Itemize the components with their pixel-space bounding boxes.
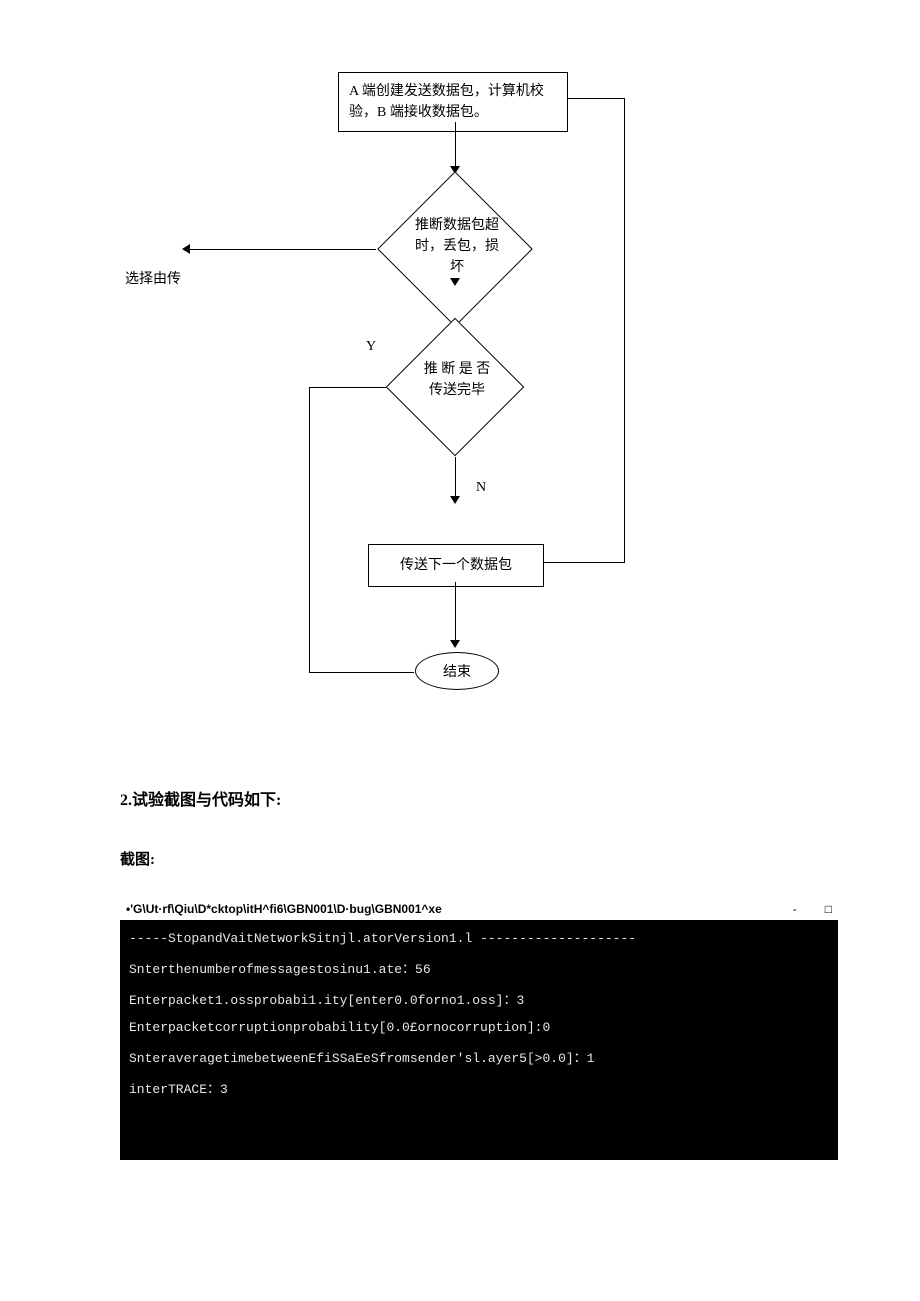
arrow-head xyxy=(182,244,190,254)
arrow-line xyxy=(544,562,624,563)
arrow-head xyxy=(450,496,460,504)
terminal-titlebar: •'G\Ut·rf\Qiu\D*cktop\itH^fi6\GBN001\D·b… xyxy=(120,898,838,920)
decision1-text: 推断数据包超 时，丢包，损 坏 xyxy=(410,215,504,278)
decision2-text: 推 断 是 否 传送完毕 xyxy=(416,359,498,401)
terminal-line: Enterpacket1.ossprobabi1.ity[enter0.0for… xyxy=(129,989,829,1008)
arrow-line xyxy=(309,672,414,673)
text: 验，B 端接收数据包。 xyxy=(349,105,488,120)
label-y: Y xyxy=(366,339,376,355)
flow-box-next: 传送下一个数据包 xyxy=(368,544,544,587)
text: 推断数据包超 xyxy=(415,218,499,233)
terminal-line: Enterpacketcorruptionprobability[0.0£orn… xyxy=(129,1020,829,1035)
text: 时，丢包，损 xyxy=(415,239,499,254)
arrow-line xyxy=(455,582,456,641)
arrow-line xyxy=(310,387,386,388)
arrow-line xyxy=(568,98,625,99)
arrow-line xyxy=(455,122,456,167)
terminal-line: Snterthenumberofmessagestosinu1.ate：56 xyxy=(129,958,829,977)
text: 传送完毕 xyxy=(429,383,485,398)
terminal-title: •'G\Ut·rf\Qiu\D*cktop\itH^fi6\GBN001\D·b… xyxy=(126,902,765,916)
flow-box-start: A 端创建发送数据包，计算机校 验，B 端接收数据包。 xyxy=(338,72,568,132)
screenshot-subheading: 截图: xyxy=(120,848,155,869)
label-n: N xyxy=(476,480,486,496)
flowchart-diagram: A 端创建发送数据包，计算机校 验，B 端接收数据包。 推断数据包超 时，丢包，… xyxy=(260,60,770,720)
window-maximize-icon: □ xyxy=(825,902,832,916)
arrow-line xyxy=(455,457,456,497)
terminal-line: interTRACE：3 xyxy=(129,1078,829,1097)
text: 结束 xyxy=(443,661,471,681)
arrow-head xyxy=(450,640,460,648)
text: 推 断 是 否 xyxy=(424,362,491,377)
text: A 端创建发送数据包，计算机校 xyxy=(349,84,544,99)
text: 坏 xyxy=(450,260,464,275)
left-caption: 选择由传 xyxy=(125,268,181,288)
arrow-line xyxy=(624,98,625,563)
terminal-screenshot: •'G\Ut·rf\Qiu\D*cktop\itH^fi6\GBN001\D·b… xyxy=(120,898,838,1160)
terminal-line: SnteraveragetimebetweenEfiSSaEeSfromsend… xyxy=(129,1047,829,1066)
flow-end: 结束 xyxy=(415,652,499,690)
arrow-head xyxy=(450,278,460,286)
terminal-body: -----StopandVaitNetworkSitnjl.atorVersio… xyxy=(120,920,838,1160)
terminal-line: -----StopandVaitNetworkSitnjl.atorVersio… xyxy=(129,931,829,946)
section-heading-2: 2.试验截图与代码如下: xyxy=(120,786,281,810)
window-minimize-icon: - xyxy=(793,902,797,916)
arrow-line xyxy=(309,387,310,672)
arrow-line xyxy=(190,249,376,250)
text: 传送下一个数据包 xyxy=(400,558,512,573)
